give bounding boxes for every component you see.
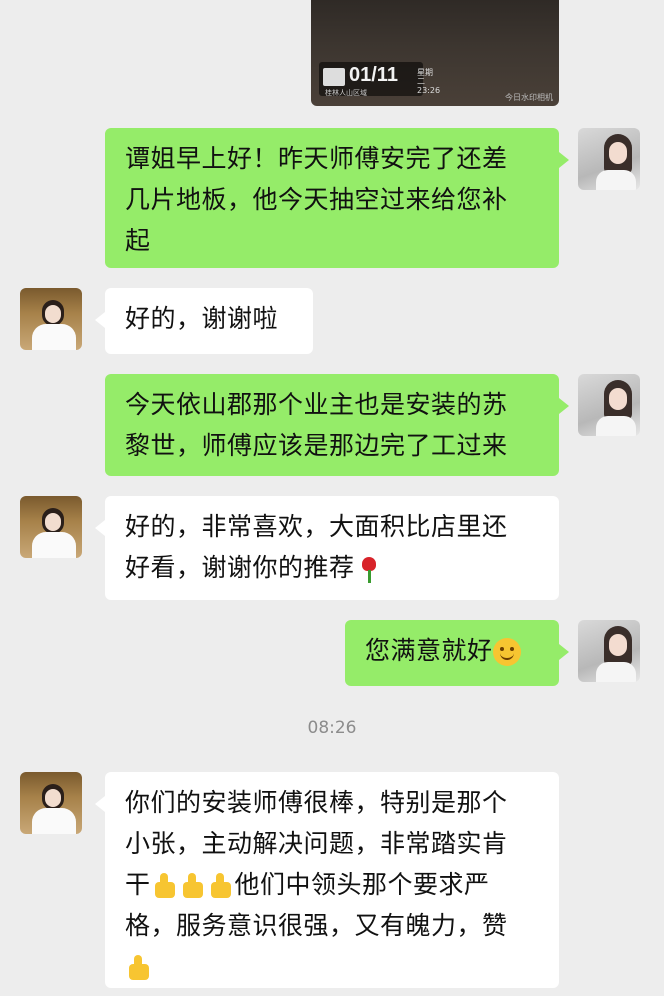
chat-timestamp: 08:26 bbox=[307, 718, 357, 738]
calendar-icon bbox=[323, 68, 345, 86]
avatar-contact[interactable] bbox=[20, 496, 82, 558]
thumbs-up-icon bbox=[207, 872, 235, 900]
message-line: 干 bbox=[125, 870, 151, 899]
message-line: 小张，主动解决问题，非常踏实肯 bbox=[125, 829, 508, 858]
message-line: 好的，非常喜欢，大面积比店里还 bbox=[125, 512, 508, 541]
message-line: 几片地板，他今天抽空过来给您补 bbox=[125, 185, 508, 214]
avatar-me[interactable] bbox=[578, 620, 640, 682]
avatar-contact[interactable] bbox=[20, 288, 82, 350]
thumbs-up-icon bbox=[151, 872, 179, 900]
message-bubble[interactable]: 您满意就好 bbox=[345, 620, 569, 686]
photo-date: 01/11 bbox=[349, 64, 398, 86]
message-line: 好的，谢谢啦 bbox=[125, 304, 279, 333]
message-line: 你们的安装师傅很棒，特别是那个 bbox=[125, 788, 508, 817]
photo-watermark: 01/11 星期二 23:26 桂林人山区域 bbox=[319, 62, 440, 97]
message-line: 谭姐早上好！昨天师傅安完了还差 bbox=[125, 144, 508, 173]
message-line: 他们中领头那个要求严 bbox=[234, 870, 490, 899]
message-line: 今天依山郡那个业主也是安装的苏 bbox=[125, 390, 508, 419]
message-bubble[interactable]: 好的，非常喜欢，大面积比店里还 好看，谢谢你的推荐 bbox=[95, 496, 559, 600]
thumbs-up-icon bbox=[125, 954, 153, 982]
photo-brand: 今日水印相机 bbox=[505, 93, 553, 102]
shared-photo[interactable]: 01/11 星期二 23:26 桂林人山区域 今日水印相机 bbox=[311, 0, 559, 106]
thumbs-up-icon bbox=[179, 872, 207, 900]
message-line: 格，服务意识很强，又有魄力，赞 bbox=[125, 911, 508, 940]
photo-location: 桂林人山区域 bbox=[325, 89, 367, 97]
smile-icon bbox=[492, 638, 521, 666]
message-bubble[interactable]: 今天依山郡那个业主也是安装的苏 黎世，师傅应该是那边完了工过来 bbox=[105, 374, 569, 476]
avatar-me[interactable] bbox=[578, 128, 640, 190]
avatar-contact[interactable] bbox=[20, 772, 82, 834]
avatar-me[interactable] bbox=[578, 374, 640, 436]
message-line: 好看，谢谢你的推荐 bbox=[125, 553, 355, 582]
message-bubble[interactable]: 谭姐早上好！昨天师傅安完了还差 几片地板，他今天抽空过来给您补 起 bbox=[105, 128, 569, 268]
message-line: 起 bbox=[125, 226, 151, 255]
message-line: 黎世，师傅应该是那边完了工过来 bbox=[125, 431, 508, 460]
message-bubble[interactable]: 好的，谢谢啦 bbox=[95, 288, 313, 354]
photo-subtext: 星期二 23:26 bbox=[417, 68, 441, 95]
message-line: 您满意就好 bbox=[365, 636, 493, 665]
rose-icon bbox=[355, 555, 383, 583]
message-bubble[interactable]: 你们的安装师傅很棒，特别是那个 小张，主动解决问题，非常踏实肯 干 他们中领头那个… bbox=[95, 772, 559, 988]
